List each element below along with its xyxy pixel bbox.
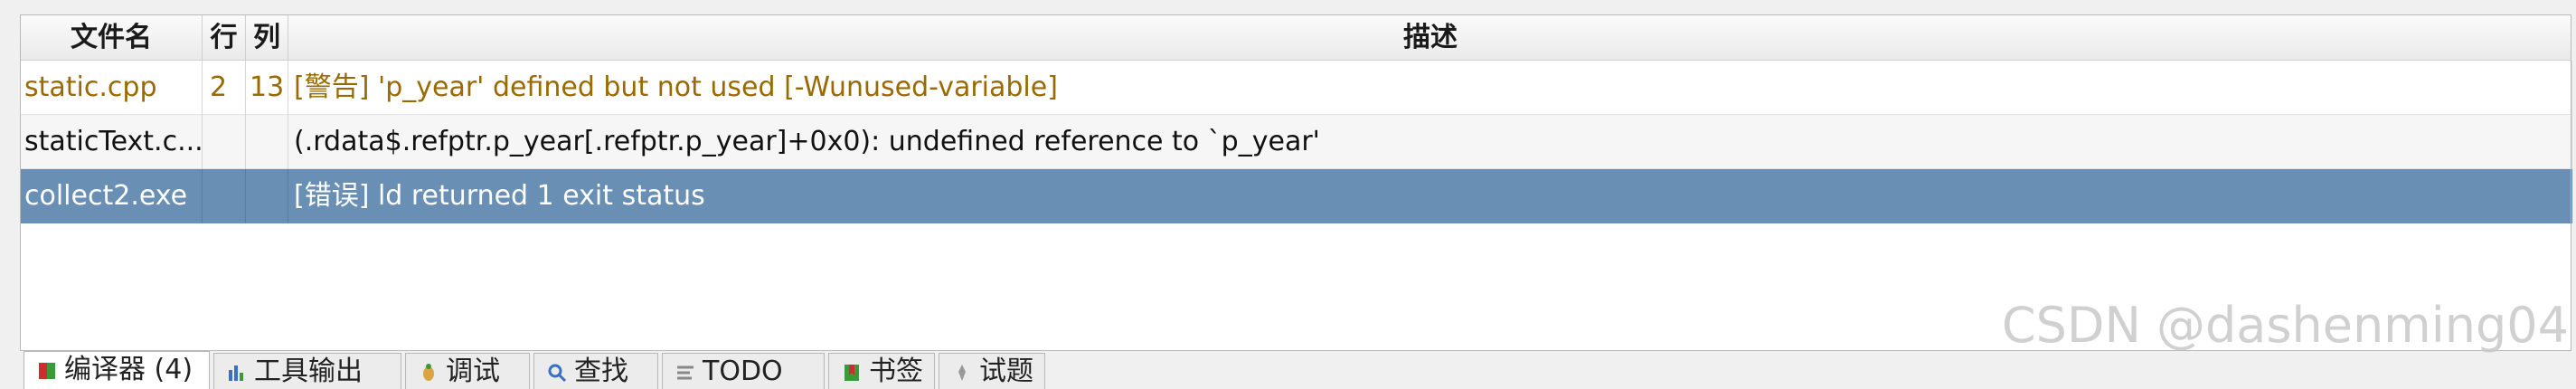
tab-debug[interactable]: 调试: [405, 353, 530, 389]
tab-label: 查找: [574, 356, 628, 387]
tab-tool-output[interactable]: 工具输出: [213, 353, 401, 389]
tab-search[interactable]: 查找: [533, 353, 658, 389]
cell-file: static.cpp: [21, 61, 203, 115]
tab-todo[interactable]: TODO: [662, 353, 825, 389]
table-header: 文件名 行 列 描述: [21, 15, 2571, 61]
tab-label: 编译器 (4): [64, 354, 193, 385]
debug-icon: [419, 356, 439, 381]
cell-line: [203, 169, 246, 223]
cell-desc: [警告] 'p_year' defined but not used [-Wun…: [288, 61, 2572, 115]
tab-label: 试题: [979, 356, 1033, 387]
table-row[interactable]: staticText.c... (.rdata$.refptr.p_year[.…: [21, 115, 2572, 169]
cell-desc: (.rdata$.refptr.p_year[.refptr.p_year]+0…: [288, 115, 2572, 169]
tab-problems[interactable]: 试题: [939, 353, 1045, 389]
column-header-file[interactable]: 文件名: [21, 15, 203, 61]
compiler-icon: [37, 355, 57, 379]
tool-output-icon: [227, 356, 247, 381]
watermark: CSDN @dashenming04: [2001, 297, 2569, 354]
column-header-desc[interactable]: 描述: [288, 15, 2572, 61]
tab-bookmarks[interactable]: 书签: [828, 353, 935, 389]
cell-col: [246, 115, 288, 169]
tab-label: 调试: [446, 356, 500, 387]
bookmark-icon: [842, 356, 862, 381]
cell-line: [203, 115, 246, 169]
search-icon: [547, 356, 567, 383]
bottom-tab-bar: 编译器 (4) 工具输出 调试 查找 TODO 书签 试题: [20, 351, 2571, 389]
todo-icon: [675, 356, 695, 380]
cell-file: staticText.c...: [21, 115, 203, 169]
table-row[interactable]: static.cpp 2 13 [警告] 'p_year' defined bu…: [21, 61, 2572, 115]
cell-col: [246, 169, 288, 223]
cell-desc: [错误] ld returned 1 exit status: [288, 169, 2572, 223]
tab-label: TODO: [703, 356, 783, 387]
column-header-col[interactable]: 列: [246, 15, 288, 61]
tab-compiler[interactable]: 编译器 (4): [24, 351, 210, 389]
tab-label: 工具输出: [254, 356, 363, 387]
cell-col: 13: [246, 61, 288, 115]
tab-label: 书签: [869, 356, 923, 387]
column-header-line[interactable]: 行: [203, 15, 246, 61]
table-row-selected[interactable]: collect2.exe [错误] ld returned 1 exit sta…: [21, 169, 2572, 223]
cell-line: 2: [203, 61, 246, 115]
cell-file: collect2.exe: [21, 169, 203, 223]
left-gutter: [0, 0, 20, 380]
problem-icon: [952, 356, 972, 381]
